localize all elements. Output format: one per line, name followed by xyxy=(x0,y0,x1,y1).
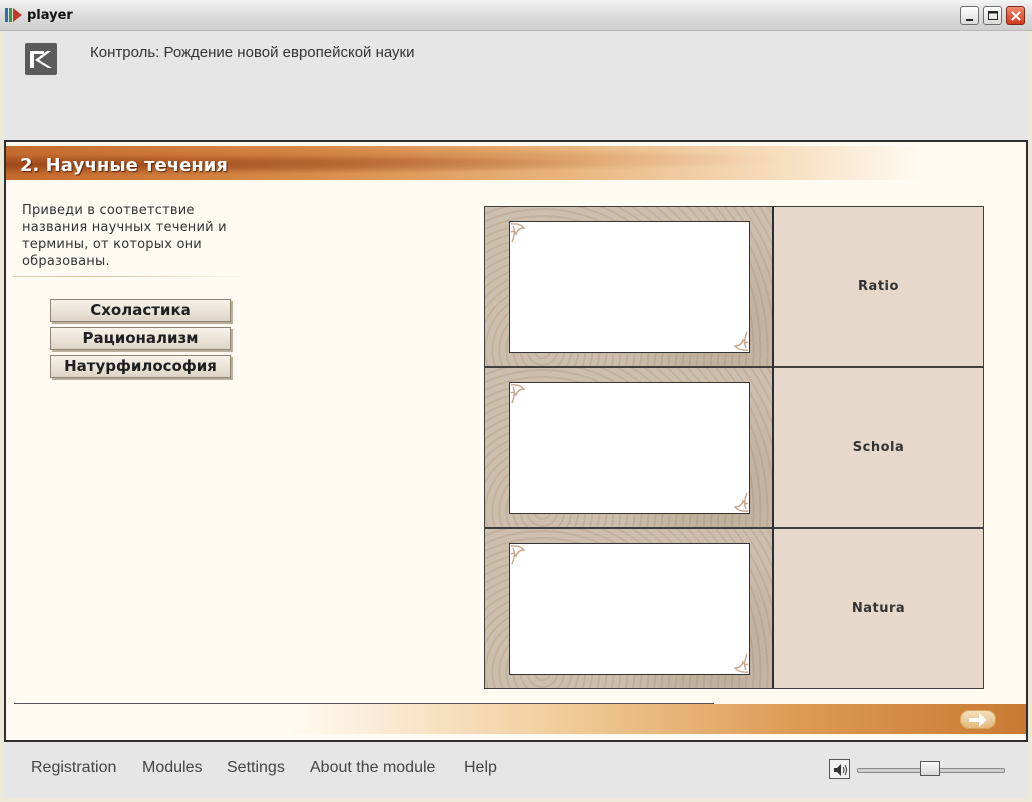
window-title-bar[interactable]: player xyxy=(0,0,1032,31)
k-logo-icon xyxy=(25,43,57,75)
course-header: Контроль: Рождение новой европейской нау… xyxy=(4,31,1028,140)
footer-bar: Registration Modules Settings About the … xyxy=(4,742,1028,798)
term-button-natural-philosophy[interactable]: Натурфилософия xyxy=(50,355,231,378)
bottom-strip xyxy=(286,704,1026,734)
nav-modules[interactable]: Modules xyxy=(142,759,202,777)
drop-slot-ratio[interactable] xyxy=(509,221,750,353)
match-row: Natura xyxy=(484,528,984,689)
match-row: Schola xyxy=(484,367,984,528)
flourish-ornament xyxy=(733,653,749,673)
speaker-icon[interactable] xyxy=(829,759,850,779)
flourish-ornament xyxy=(733,492,749,512)
close-button[interactable] xyxy=(1006,6,1025,25)
nav-settings[interactable]: Settings xyxy=(227,759,285,777)
drop-cell xyxy=(484,206,774,367)
term-button-scholasticism[interactable]: Схоластика xyxy=(50,299,231,322)
section-title: 2. Научные течения xyxy=(20,155,228,176)
flourish-ornament xyxy=(510,223,526,243)
flourish-ornament xyxy=(733,331,749,351)
drop-cell xyxy=(484,367,774,528)
next-button[interactable] xyxy=(960,710,996,729)
drop-slot-schola[interactable] xyxy=(509,382,750,514)
drop-slot-natura[interactable] xyxy=(509,543,750,675)
volume-slider-thumb[interactable] xyxy=(920,761,940,776)
exercise-panel: 2. Научные течения Приведи в соответстви… xyxy=(4,140,1028,742)
flourish-ornament xyxy=(510,545,526,565)
latin-word: Schola xyxy=(774,367,984,528)
course-title: Контроль: Рождение новой европейской нау… xyxy=(90,44,415,61)
drop-cell xyxy=(484,528,774,689)
divider xyxy=(12,276,252,277)
latin-word: Natura xyxy=(774,528,984,689)
minimize-button[interactable] xyxy=(960,6,979,25)
app-icon xyxy=(5,7,23,23)
match-row: Ratio xyxy=(484,206,984,367)
window-title: player xyxy=(27,8,73,23)
matching-grid: Ratio Schola Natura xyxy=(484,206,984,689)
flourish-ornament xyxy=(510,384,526,404)
instruction-text: Приведи в соответствие названия научных … xyxy=(22,203,227,269)
nav-help[interactable]: Help xyxy=(464,759,497,777)
nav-registration[interactable]: Registration xyxy=(31,759,116,777)
latin-word: Ratio xyxy=(774,206,984,367)
maximize-button[interactable] xyxy=(983,6,1002,25)
term-button-rationalism[interactable]: Рационализм xyxy=(50,327,231,350)
section-banner: 2. Научные течения xyxy=(6,146,1026,180)
nav-about-module[interactable]: About the module xyxy=(310,759,435,777)
arrow-right-icon xyxy=(969,713,987,727)
